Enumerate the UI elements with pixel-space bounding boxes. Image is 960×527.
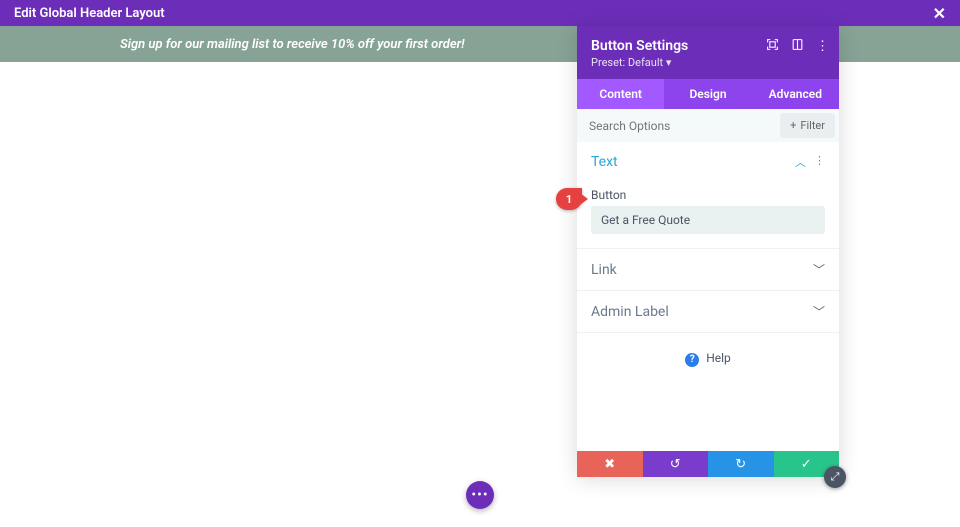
search-row: + Filter — [577, 109, 839, 142]
edit-header-bar: Edit Global Header Layout ✕ — [0, 0, 960, 26]
discard-button[interactable]: ✖ — [577, 451, 643, 477]
close-icon[interactable]: ✕ — [933, 4, 946, 23]
annotation-pin-1: 1 — [556, 188, 582, 210]
tab-content[interactable]: Content — [577, 79, 664, 109]
promo-text: Sign up for our mailing list to receive … — [120, 37, 465, 52]
section-text: Text ︿ ⋮ Button — [577, 142, 839, 249]
section-admin-title: Admin Label — [591, 304, 669, 320]
preset-dropdown[interactable]: Preset: Default ▾ — [591, 56, 825, 69]
panel-header: Button Settings Preset: Default ▾ ⋮ — [577, 26, 839, 79]
chevron-down-icon: ﹀ — [813, 261, 825, 278]
section-admin-label: Admin Label ﹀ — [577, 291, 839, 333]
panel-body: Text ︿ ⋮ Button Link ﹀ Admin Label ﹀ — [577, 142, 839, 451]
help-row[interactable]: ? Help — [577, 333, 839, 385]
button-field-label: Button — [591, 188, 825, 202]
tab-design[interactable]: Design — [664, 79, 751, 109]
section-text-title: Text — [591, 154, 618, 170]
section-link-header[interactable]: Link ﹀ — [577, 249, 839, 290]
expand-drag-icon[interactable]: ⤢ — [824, 466, 846, 488]
panel-tools: ⋮ — [766, 38, 829, 55]
section-kebab-icon[interactable]: ⋮ — [814, 154, 825, 170]
filter-label: Filter — [800, 119, 825, 132]
undo-button[interactable]: ↺ — [643, 451, 709, 477]
builder-menu-fab[interactable]: ••• — [466, 481, 494, 509]
settings-tabs: Content Design Advanced — [577, 79, 839, 109]
section-admin-header[interactable]: Admin Label ﹀ — [577, 291, 839, 332]
responsive-icon[interactable] — [791, 38, 804, 55]
button-settings-panel: Button Settings Preset: Default ▾ ⋮ Cont… — [577, 26, 839, 477]
help-label: Help — [706, 351, 731, 365]
redo-button[interactable]: ↻ — [708, 451, 774, 477]
chevron-up-icon: ︿ — [795, 154, 806, 170]
panel-footer: ✖ ↺ ↻ ✓ — [577, 451, 839, 477]
button-text-input[interactable] — [591, 206, 825, 234]
tab-advanced[interactable]: Advanced — [752, 79, 839, 109]
chevron-down-icon: ﹀ — [813, 303, 825, 320]
section-text-body: Button — [577, 188, 839, 248]
hover-icon[interactable] — [766, 38, 779, 55]
filter-button[interactable]: + Filter — [780, 113, 835, 138]
section-link: Link ﹀ — [577, 249, 839, 291]
plus-icon: + — [790, 119, 796, 132]
help-icon: ? — [685, 353, 699, 367]
section-text-header[interactable]: Text ︿ ⋮ — [577, 142, 839, 182]
kebab-menu-icon[interactable]: ⋮ — [816, 39, 829, 54]
section-link-title: Link — [591, 262, 617, 278]
search-options-input[interactable] — [577, 110, 780, 142]
annotation-number: 1 — [566, 193, 572, 206]
edit-header-title: Edit Global Header Layout — [14, 6, 165, 21]
